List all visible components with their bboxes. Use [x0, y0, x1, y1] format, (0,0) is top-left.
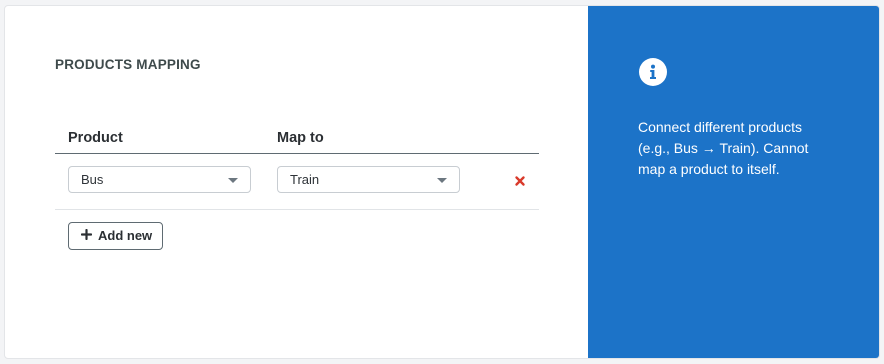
close-x-icon	[515, 176, 525, 186]
chevron-down-icon	[228, 178, 238, 183]
info-circle-icon	[639, 58, 667, 86]
remove-row-button[interactable]	[513, 174, 527, 188]
info-text: Connect different products (e.g., Bus → …	[638, 119, 809, 177]
product-select[interactable]: Bus	[68, 166, 251, 193]
column-header-product: Product	[68, 130, 123, 146]
map-to-select[interactable]: Train	[277, 166, 460, 193]
column-header-map-to: Map to	[277, 130, 324, 146]
section-title: PRODUCTS MAPPING	[55, 57, 201, 72]
product-select-value: Bus	[81, 172, 104, 187]
table-header: Product Map to	[55, 124, 539, 154]
info-panel: Connect different products (e.g., Bus → …	[588, 6, 879, 358]
mapping-panel: PRODUCTS MAPPING Product Map to Bus Trai…	[5, 6, 588, 358]
map-to-select-value: Train	[290, 172, 320, 187]
products-mapping-card: PRODUCTS MAPPING Product Map to Bus Trai…	[4, 5, 880, 359]
add-new-label: Add new	[98, 228, 153, 243]
table-row: Bus Train	[55, 154, 539, 210]
add-new-button[interactable]: Add new	[68, 222, 163, 250]
add-row-area: Add new	[55, 210, 539, 265]
chevron-down-icon	[437, 178, 447, 183]
mapping-table: Product Map to Bus Train Add new	[55, 124, 539, 265]
plus-icon	[81, 229, 92, 240]
